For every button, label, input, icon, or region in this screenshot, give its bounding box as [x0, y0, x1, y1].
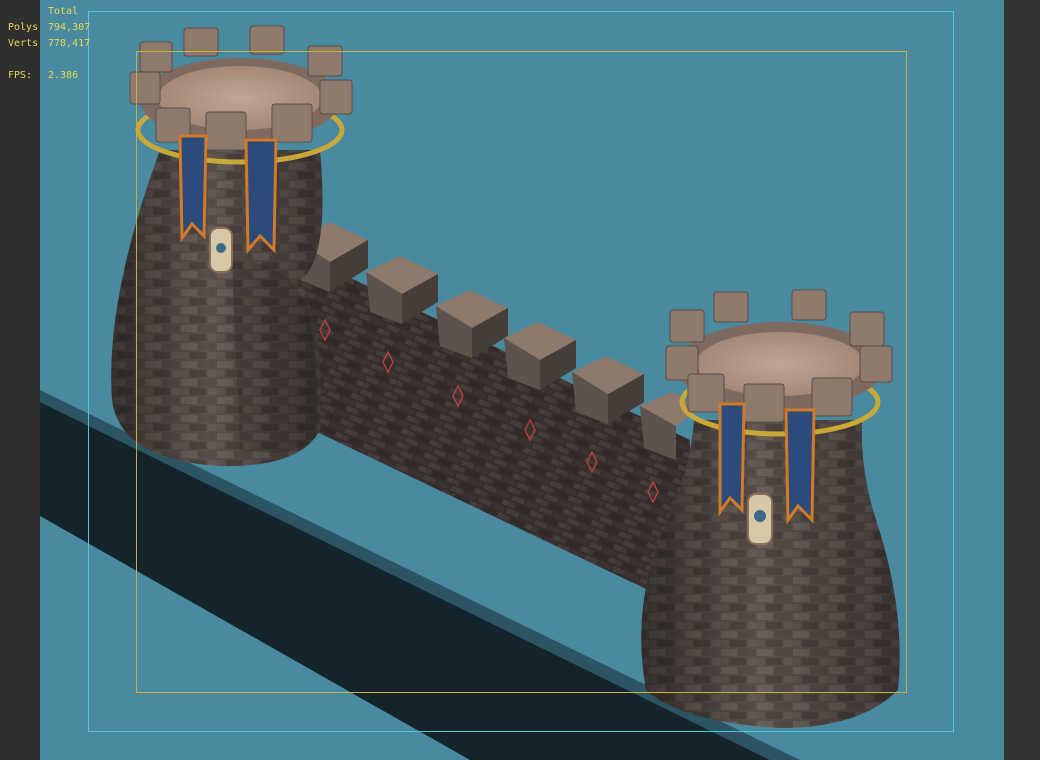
- verts-value: 778,417: [48, 38, 91, 49]
- stats-verts-row: Verts 778,417: [8, 36, 90, 52]
- stats-header: Total: [48, 6, 79, 17]
- stats-polys-row: Polys 794,307: [8, 20, 90, 36]
- viewport-statistics: Total Polys 794,307 Verts 778,417 FPS: 2…: [8, 4, 90, 84]
- left-tower: [111, 25, 353, 467]
- castle-scene[interactable]: [0, 0, 1040, 760]
- right-tower: [641, 289, 900, 728]
- fps-label: FPS:: [8, 70, 33, 81]
- polys-value: 794,307: [48, 22, 91, 33]
- verts-label: Verts: [8, 38, 39, 49]
- stats-fps-row: FPS: 2.386: [8, 68, 90, 84]
- stats-header-row: Total: [8, 4, 90, 20]
- polys-label: Polys: [8, 22, 39, 33]
- fps-value: 2.386: [48, 70, 79, 81]
- app-window: Total Polys 794,307 Verts 778,417 FPS: 2…: [0, 0, 1040, 760]
